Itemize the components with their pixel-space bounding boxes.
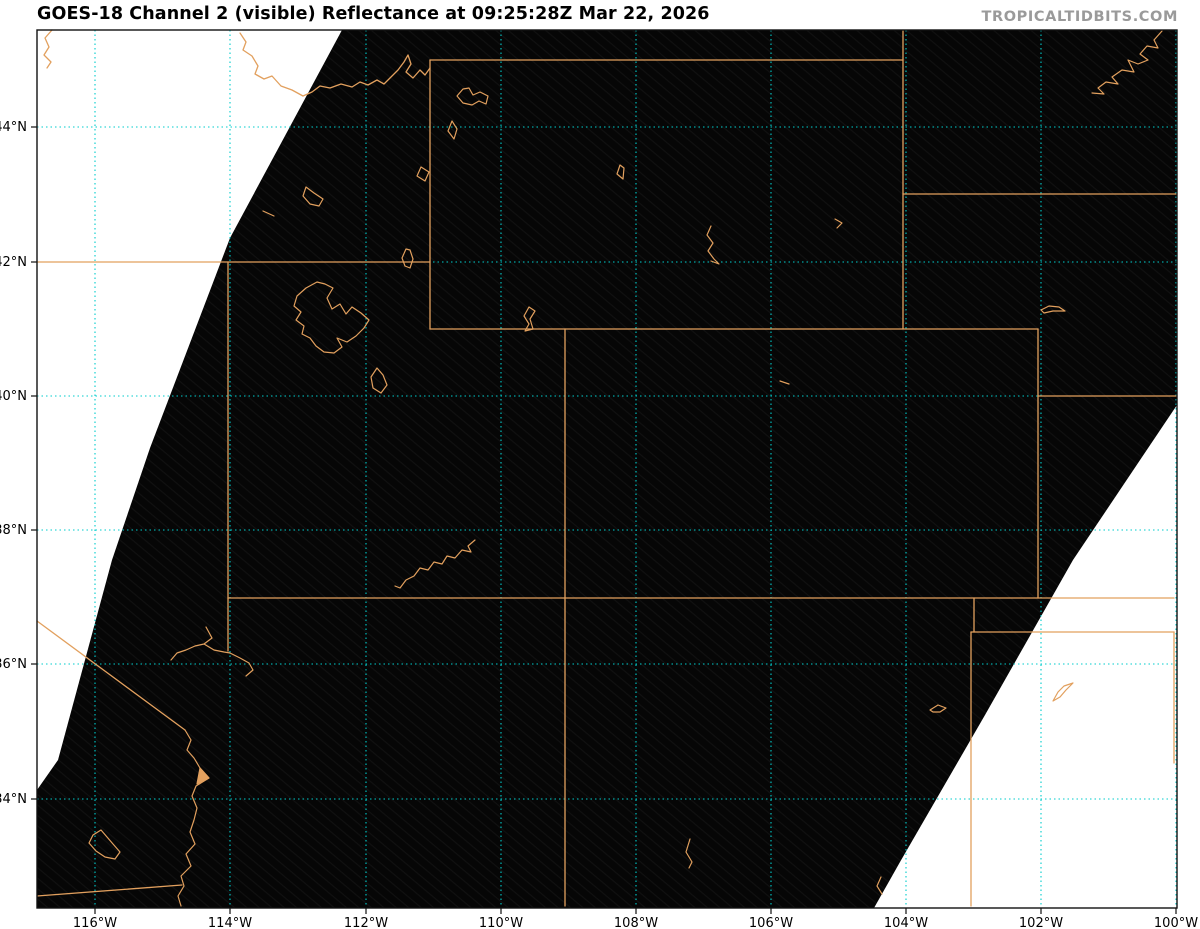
x-tick-label-116w: 116°W <box>73 916 117 929</box>
x-tick-label-104w: 104°W <box>884 916 928 929</box>
y-tick-label-34n: 34°N <box>0 792 27 807</box>
lake-meredith <box>1052 682 1074 702</box>
y-tick-label-42n: 42°N <box>0 255 27 270</box>
map-canvas[interactable]: 44°N 42°N 40°N 38°N 36°N 34°N 116°W 114°… <box>0 0 1200 929</box>
border-snake-river-fragment <box>43 29 53 69</box>
x-tick-label-102w: 102°W <box>1019 916 1063 929</box>
y-tick-label-40n: 40°N <box>0 389 27 404</box>
x-axis-labels: 116°W 114°W 112°W 110°W 108°W 106°W 104°… <box>73 916 1198 929</box>
x-tick-label-114w: 114°W <box>208 916 252 929</box>
y-tick-label-36n: 36°N <box>0 657 27 672</box>
x-tick-label-112w: 112°W <box>344 916 388 929</box>
y-tick-label-44n: 44°N <box>0 120 27 135</box>
satellite-figure: GOES-18 Channel 2 (visible) Reflectance … <box>0 0 1200 929</box>
y-tick-label-38n: 38°N <box>0 523 27 538</box>
x-tick-label-108w: 108°W <box>614 916 658 929</box>
x-tick-label-100w: 100°W <box>1154 916 1198 929</box>
x-tick-label-106w: 106°W <box>749 916 793 929</box>
y-axis-labels: 44°N 42°N 40°N 38°N 36°N 34°N <box>0 120 27 807</box>
x-tick-label-110w: 110°W <box>479 916 523 929</box>
